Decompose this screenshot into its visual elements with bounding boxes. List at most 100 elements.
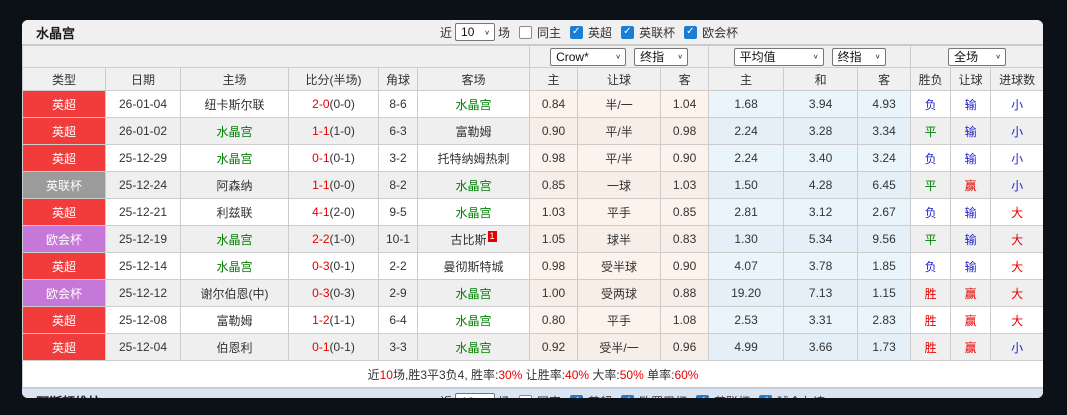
same-away-checkbox[interactable]: [519, 395, 533, 398]
scope-select[interactable]: 全场 ∨: [948, 47, 1007, 66]
home-team[interactable]: 水晶宫: [180, 144, 289, 172]
scope-selector-cell: 全场 ∨: [910, 45, 1043, 68]
league-filter-europa-checkbox[interactable]: [621, 395, 635, 398]
fulltime-score: 0-3: [312, 286, 330, 300]
away-team[interactable]: 富勒姆: [456, 125, 492, 139]
match-date: 25-12-04: [105, 333, 181, 361]
away-team[interactable]: 水晶宫: [456, 179, 492, 193]
ah-home-odds: 0.98: [529, 144, 579, 172]
away-team[interactable]: 水晶宫: [456, 314, 492, 328]
halftime-score: (1-1): [329, 313, 355, 327]
score: 0-3(0-3): [288, 279, 379, 307]
col-eu-draw: 和: [783, 67, 859, 91]
eu-home-odds: 1.30: [708, 225, 785, 253]
wdl-result: 负: [910, 144, 952, 172]
top-team-bar: 水晶宫 近 10 ∨ 场 同主 英超 英联杯 欧会杯: [22, 20, 1043, 45]
eu-away-odds: 1.73: [857, 333, 912, 361]
summary-value: 50%: [619, 367, 644, 382]
table-row: 英超 25-12-29 水晶宫 0-1(0-1) 3-2 托特纳姆热刺 0.98…: [22, 144, 1043, 172]
score: 2-0(0-0): [288, 90, 379, 118]
fulltime-score: 1-2: [312, 313, 330, 327]
col-corners: 角球: [378, 67, 418, 91]
away-team[interactable]: 水晶宫: [456, 287, 492, 301]
league-filter-efl-cup-checkbox[interactable]: [696, 395, 710, 398]
match-date: 25-12-19: [105, 225, 181, 253]
wdl-result: 平: [910, 225, 952, 253]
home-team[interactable]: 水晶宫: [180, 252, 289, 280]
away-team[interactable]: 曼彻斯特城: [444, 260, 504, 274]
ah-home-odds: 0.92: [529, 333, 579, 361]
recent-count-select[interactable]: 10∨: [455, 23, 496, 41]
europe-stage-select[interactable]: 终指 ∨: [831, 47, 886, 66]
league-badge: 欧会杯: [22, 225, 106, 253]
league-filter-friendly-checkbox[interactable]: [759, 395, 773, 398]
league-filter-conference-label: 欧会杯: [702, 25, 739, 40]
ou-result: 大: [990, 198, 1043, 226]
halftime-score: (0-1): [329, 151, 355, 165]
table-row: 欧会杯 25-12-12 谢尔伯恩(中) 0-3(0-3) 2-9 水晶宫 1.…: [22, 279, 1043, 307]
away-team[interactable]: 水晶宫: [456, 206, 492, 220]
eu-home-odds: 4.99: [708, 333, 785, 361]
corners: 10-1: [378, 225, 418, 253]
chevron-down-icon: ∨: [874, 52, 881, 61]
home-team[interactable]: 富勒姆: [180, 306, 289, 334]
ah-line: 受半/一: [577, 333, 662, 361]
bottom-team-name: 阿斯顿维拉: [36, 392, 101, 398]
score: 0-1(0-1): [288, 333, 379, 361]
top-team-name: 水晶宫: [36, 25, 76, 41]
recent-count-select[interactable]: 10∨: [455, 392, 496, 398]
league-filter-europa-label: 欧罗巴杯: [639, 393, 687, 398]
league-filter-efl-cup-checkbox[interactable]: [621, 25, 635, 39]
ah-away-odds: 0.90: [660, 144, 710, 172]
bookmaker-select[interactable]: Crow* ∨: [550, 47, 627, 66]
scope-value: 全场: [954, 50, 979, 64]
home-team[interactable]: 水晶宫: [180, 117, 289, 145]
eu-away-odds: 3.24: [857, 144, 912, 172]
home-team[interactable]: 利兹联: [180, 198, 289, 226]
handicap-stage-select[interactable]: 终指 ∨: [634, 47, 689, 66]
ah-away-odds: 1.04: [660, 90, 710, 118]
eu-away-odds: 6.45: [857, 171, 912, 199]
league-filter-conference-checkbox[interactable]: [684, 25, 698, 39]
eu-draw-odds: 3.78: [783, 252, 859, 280]
table-row: 英超 25-12-21 利兹联 4-1(2-0) 9-5 水晶宫 1.03 平手…: [22, 198, 1043, 226]
match-date: 25-12-24: [105, 171, 181, 199]
halftime-score: (0-3): [329, 286, 355, 300]
ah-result: 输: [950, 117, 992, 145]
home-team[interactable]: 水晶宫: [180, 225, 289, 253]
table-row: 英联杯 25-12-24 阿森纳 1-1(0-0) 8-2 水晶宫 0.85 一…: [22, 171, 1043, 199]
corners: 3-2: [378, 144, 418, 172]
league-filter-epl-checkbox[interactable]: [570, 25, 584, 39]
table-row: 英超 25-12-08 富勒姆 1-2(1-1) 6-4 水晶宫 0.80 平手…: [22, 306, 1043, 334]
score: 4-1(2-0): [288, 198, 379, 226]
away-team-cell: 水晶宫: [416, 90, 531, 118]
league-filter-epl-checkbox[interactable]: [570, 395, 584, 398]
ah-away-odds: 0.85: [660, 198, 710, 226]
league-filter-efl-cup-label: 英联杯: [714, 393, 750, 398]
home-team[interactable]: 阿森纳: [180, 171, 289, 199]
away-team[interactable]: 托特纳姆热刺: [438, 152, 510, 166]
europe-source-select[interactable]: 平均值 ∨: [733, 47, 824, 66]
home-team[interactable]: 纽卡斯尔联: [180, 90, 289, 118]
halftime-score: (1-0): [329, 124, 355, 138]
corners: 8-6: [378, 90, 418, 118]
away-team[interactable]: 古比斯: [451, 233, 487, 247]
matches-label: 场: [498, 25, 511, 40]
away-team-cell: 水晶宫: [416, 333, 531, 361]
ah-home-odds: 0.98: [529, 252, 579, 280]
summary-segment: 大率:: [589, 367, 620, 382]
home-team[interactable]: 谢尔伯恩(中): [180, 279, 289, 307]
halftime-score: (0-0): [329, 97, 355, 111]
eu-home-odds: 4.07: [708, 252, 785, 280]
summary-line: 近10场,胜3平3负4, 胜率:30% 让胜率:40% 大率:50% 单率:60…: [22, 360, 1043, 388]
away-team[interactable]: 水晶宫: [456, 341, 492, 355]
home-team[interactable]: 伯恩利: [180, 333, 289, 361]
ah-home-odds: 1.05: [529, 225, 579, 253]
same-home-checkbox[interactable]: [519, 25, 533, 39]
league-badge: 英超: [22, 333, 106, 361]
eu-away-odds: 1.85: [857, 252, 912, 280]
ah-home-odds: 0.80: [529, 306, 579, 334]
away-team[interactable]: 水晶宫: [456, 98, 492, 112]
summary-row: 近10场,胜3平3负4, 胜率:30% 让胜率:40% 大率:50% 单率:60…: [22, 360, 1043, 388]
eu-draw-odds: 3.31: [783, 306, 859, 334]
